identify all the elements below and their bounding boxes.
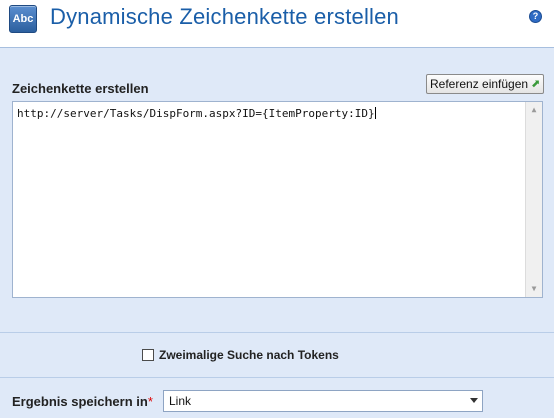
create-string-section: Zeichenkette erstellen Referenz einfügen… — [0, 48, 554, 333]
insert-reference-button[interactable]: Referenz einfügen ⬈ — [426, 74, 544, 94]
options-section: Zweimalige Suche nach Tokens — [0, 333, 554, 378]
result-section: Ergebnis speichern in* Link — [0, 378, 554, 418]
required-marker: * — [147, 394, 153, 409]
insert-reference-label: Referenz einfügen — [430, 77, 529, 91]
title-bar: Abc Dynamische Zeichenkette erstellen ? — [0, 0, 554, 42]
vertical-scrollbar[interactable]: ▲ ▼ — [525, 102, 542, 297]
help-icon[interactable]: ? — [529, 10, 542, 23]
chevron-down-icon[interactable] — [470, 398, 478, 403]
double-token-search-label: Zweimalige Suche nach Tokens — [159, 348, 339, 362]
result-variable-select[interactable]: Link — [163, 390, 483, 412]
abc-icon: Abc — [9, 5, 37, 33]
string-editor-text: http://server/Tasks/DispForm.aspx?ID={It… — [17, 107, 376, 120]
result-variable-value: Link — [169, 394, 192, 408]
section-title: Zeichenkette erstellen — [12, 81, 149, 96]
insert-reference-icon: ⬈ — [531, 78, 541, 90]
dialog-title: Dynamische Zeichenkette erstellen — [50, 4, 399, 29]
double-token-search-option[interactable]: Zweimalige Suche nach Tokens — [142, 348, 339, 362]
scroll-up-icon[interactable]: ▲ — [526, 102, 542, 118]
string-editor[interactable]: http://server/Tasks/DispForm.aspx?ID={It… — [12, 101, 543, 298]
form-panel: Zeichenkette erstellen Referenz einfügen… — [0, 47, 554, 418]
text-caret — [374, 107, 376, 119]
double-token-search-checkbox[interactable] — [142, 349, 154, 361]
result-label: Ergebnis speichern in* — [12, 394, 153, 409]
scroll-down-icon[interactable]: ▼ — [526, 281, 542, 297]
